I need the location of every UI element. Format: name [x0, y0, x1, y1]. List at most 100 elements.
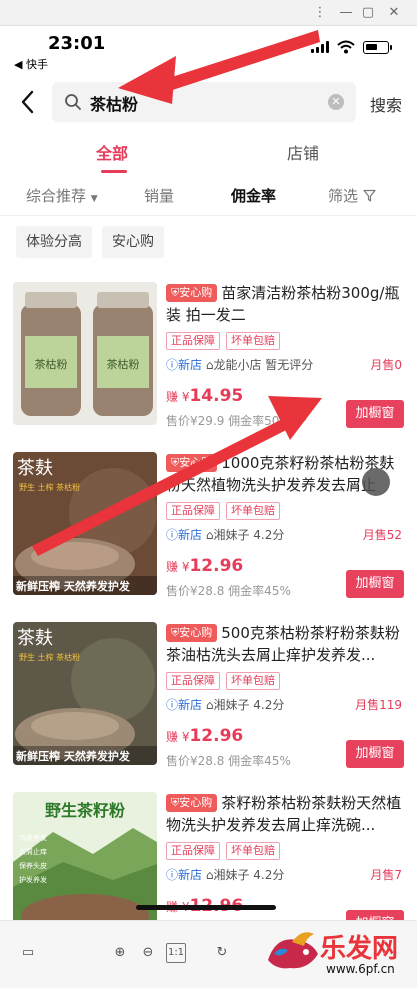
anxingou-badge: ⛨安心购 [166, 454, 218, 472]
info-icon: ⓘ [166, 358, 179, 372]
price-and-rate: 售价¥28.8 佣金率45% [166, 754, 291, 768]
tag-genuine: 正品保障 [166, 672, 220, 690]
tag-damage-compensation: 坏单包赔 [226, 502, 280, 520]
sort-recommended-label: 综合推荐 [26, 187, 87, 205]
tab-shops[interactable]: 店铺 [287, 140, 319, 164]
watermark-logo-text: 乐发网 [320, 934, 399, 964]
zoom-reset-button[interactable]: 1:1 [166, 943, 186, 963]
commission-earn: 赚 ¥12.96 [166, 556, 244, 576]
anxingou-badge: ⛨安心购 [166, 284, 218, 302]
product-image[interactable]: 野生茶籽粉 乌发养发 去屑止痒 保养头皮 护发养发 [13, 792, 157, 935]
result-tabs: 全部 店铺 [0, 132, 417, 174]
bull-logo [268, 932, 318, 969]
shop-info[interactable]: 龙能小店 暂无评分 [213, 358, 313, 372]
svg-text:野生茶籽粉: 野生茶籽粉 [45, 801, 125, 820]
product-card[interactable]: 茶麸 野生 土榨 茶枯粉 新鲜压榨 天然养发护发 ⛨安心购 500克茶枯粉茶籽粉茶… [0, 622, 417, 790]
search-button[interactable]: 搜索 [370, 92, 402, 116]
zoom-in-icon[interactable]: ⊕ [110, 943, 130, 963]
clear-icon[interactable]: ✕ [328, 94, 344, 110]
search-input[interactable]: 茶枯粉 ✕ [52, 82, 356, 122]
tag-damage-compensation: 坏单包赔 [226, 672, 280, 690]
minimize-icon[interactable]: — [336, 4, 356, 22]
anxingou-badge: ⛨安心购 [166, 624, 218, 642]
monthly-sales: 月售7 [370, 868, 402, 882]
rotate-icon[interactable]: ↻ [212, 943, 232, 963]
jar-label: 茶枯粉 [107, 357, 140, 371]
commission-earn: 赚 ¥12.96 [166, 726, 244, 746]
product-card[interactable]: 茶麸 野生 土榨 茶枯粉 新鲜压榨 天然养发护发 ⛨安心购 1000克茶籽粉茶枯粉… [0, 452, 417, 620]
home-indicator [136, 905, 276, 910]
filter-button[interactable]: 筛选 [328, 185, 376, 206]
new-shop-label: ⓘ新店 [166, 528, 203, 542]
commission-earn: 赚 ¥14.95 [166, 386, 244, 406]
tag-genuine: 正品保障 [166, 502, 220, 520]
svg-text:护发养发: 护发养发 [19, 875, 47, 884]
info-icon: ⓘ [166, 868, 179, 882]
svg-text:新鲜压榨 天然养发护发: 新鲜压榨 天然养发护发 [16, 579, 131, 593]
product-card[interactable]: 茶枯粉 茶枯粉 ⛨安心购 苗家清洁粉茶枯粉300g/瓶装 拍一发二 正品保障 坏单… [0, 282, 417, 450]
shop-info[interactable]: 湘妹子 4.2分 [213, 698, 284, 712]
tag-genuine: 正品保障 [166, 842, 220, 860]
svg-text:保养头皮: 保养头皮 [19, 861, 47, 870]
svg-text:茶麸: 茶麸 [17, 628, 53, 649]
monthly-sales: 月售119 [355, 698, 402, 712]
layout-icon[interactable]: ▭ [18, 943, 38, 963]
shop-info[interactable]: 湘妹子 4.2分 [213, 868, 284, 882]
maximize-icon[interactable]: ▢ [358, 4, 378, 22]
add-to-showcase-button[interactable]: 加橱窗 [346, 740, 404, 768]
price-and-rate: 售价¥28.8 佣金率45% [166, 584, 291, 598]
shield-icon: ⛨ [171, 626, 180, 639]
menu-icon[interactable]: ⋮ [310, 4, 330, 22]
monthly-sales: 月售52 [362, 528, 402, 542]
shield-icon: ⛨ [171, 796, 180, 809]
svg-text:茶麸: 茶麸 [17, 458, 53, 479]
tag-damage-compensation: 坏单包赔 [226, 842, 280, 860]
site-watermark: 乐发网 www.6pf.cn [262, 924, 412, 984]
monthly-sales: 月售0 [370, 358, 402, 372]
tab-all[interactable]: 全部 [96, 140, 128, 164]
watermark-url: www.6pf.cn [326, 962, 395, 976]
tag-damage-compensation: 坏单包赔 [226, 332, 280, 350]
chip-anxingou[interactable]: 安心购 [102, 226, 164, 258]
signal-icon [311, 41, 329, 53]
add-to-showcase-button[interactable]: 加橱窗 [346, 570, 404, 598]
product-title[interactable]: ⛨安心购 500克茶枯粉茶籽粉茶麸粉茶油枯洗头去屑止痒护发养发... [166, 622, 406, 666]
svg-text:新鲜压榨 天然养发护发: 新鲜压榨 天然养发护发 [16, 749, 131, 763]
svg-text:去屑止痒: 去屑止痒 [19, 847, 47, 856]
sort-bar: 综合推荐 ▼ 销量 佣金率 筛选 [0, 176, 417, 216]
product-image[interactable]: 茶枯粉 茶枯粉 [13, 282, 157, 425]
sort-commission-rate[interactable]: 佣金率 [231, 185, 276, 206]
info-icon: ⓘ [166, 698, 179, 712]
new-shop-label: ⓘ新店 [166, 868, 203, 882]
caret-down-icon: ▼ [90, 194, 98, 204]
product-image[interactable]: 茶麸 野生 土榨 茶枯粉 新鲜压榨 天然养发护发 [13, 622, 157, 765]
status-time: 23:01 [48, 33, 106, 54]
sort-recommended[interactable]: 综合推荐 ▼ [26, 185, 98, 206]
back-to-app-link[interactable]: ◀ 快手 [14, 56, 48, 72]
tag-genuine: 正品保障 [166, 332, 220, 350]
jar-label: 茶枯粉 [35, 357, 68, 371]
chip-high-experience-score[interactable]: 体验分高 [16, 226, 92, 258]
info-icon: ⓘ [166, 528, 179, 542]
back-arrow-icon[interactable] [16, 88, 40, 116]
tea-seed-powder-image: 茶麸 野生 土榨 茶枯粉 新鲜压榨 天然养发护发 [13, 622, 157, 765]
product-image[interactable]: 茶麸 野生 土榨 茶枯粉 新鲜压榨 天然养发护发 [13, 452, 157, 595]
zoom-out-icon[interactable]: ⊖ [138, 943, 158, 963]
price-and-rate: 售价¥29.9 佣金率50% [166, 414, 291, 428]
status-bar: 23:01 ◀ 快手 [0, 26, 417, 74]
shop-info[interactable]: 湘妹子 4.2分 [213, 528, 284, 542]
product-title[interactable]: ⛨安心购 茶籽粉茶枯粉茶麸粉天然植物洗头护发养发去屑止痒洗碗... [166, 792, 406, 836]
floating-assist-button[interactable] [362, 468, 390, 496]
wifi-icon [337, 40, 355, 54]
filter-label: 筛选 [328, 187, 359, 205]
sort-sales[interactable]: 销量 [144, 185, 174, 206]
close-icon[interactable]: ✕ [384, 4, 404, 22]
shield-icon: ⛨ [171, 286, 180, 299]
product-title[interactable]: ⛨安心购 苗家清洁粉茶枯粉300g/瓶装 拍一发二 [166, 282, 406, 326]
tea-seed-powder-image: 茶麸 野生 土榨 茶枯粉 新鲜压榨 天然养发护发 [13, 452, 157, 595]
add-to-showcase-button[interactable]: 加橱窗 [346, 400, 404, 428]
filter-icon [363, 189, 376, 202]
wild-tea-seed-powder-image: 野生茶籽粉 乌发养发 去屑止痒 保养头皮 护发养发 [13, 792, 157, 935]
svg-text:野生 土榨 茶枯粉: 野生 土榨 茶枯粉 [19, 652, 80, 662]
shield-icon: ⛨ [171, 456, 180, 469]
